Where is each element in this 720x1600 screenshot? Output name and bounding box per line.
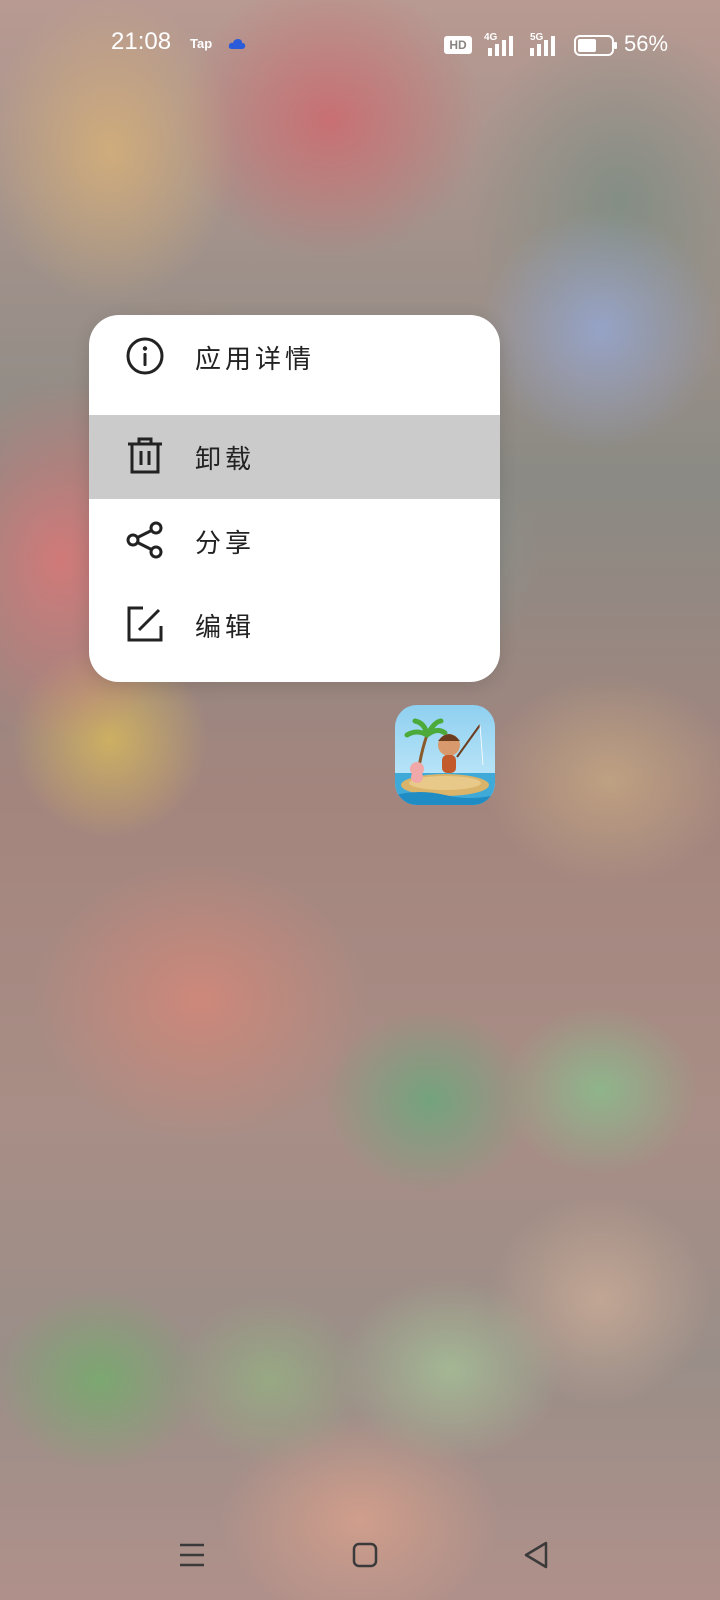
menu-item-share[interactable]: 分享 bbox=[89, 499, 500, 583]
share-icon bbox=[126, 521, 163, 559]
battery-icon bbox=[574, 35, 617, 56]
edit-icon bbox=[127, 606, 163, 642]
home-icon[interactable] bbox=[348, 1538, 382, 1572]
menu-item-app-info[interactable]: 应用详情 bbox=[89, 315, 500, 399]
blurred-wallpaper bbox=[0, 0, 720, 1600]
island-game-app-icon[interactable] bbox=[395, 705, 495, 805]
menu-icon[interactable] bbox=[175, 1538, 209, 1572]
info-icon bbox=[126, 337, 164, 375]
menu-item-edit[interactable]: 编辑 bbox=[89, 583, 500, 667]
hd-icon: HD bbox=[444, 36, 472, 54]
signal-5g-icon bbox=[530, 36, 555, 56]
menu-item-label: 编辑 bbox=[195, 613, 256, 643]
clock: 21:08 bbox=[111, 28, 172, 55]
menu-item-label: 应用详情 bbox=[195, 345, 316, 375]
menu-item-label: 卸载 bbox=[195, 445, 256, 475]
signal-4g-icon bbox=[488, 36, 513, 56]
island-illustration bbox=[395, 705, 495, 805]
battery-percent: 56% bbox=[624, 31, 669, 56]
trash-icon bbox=[128, 437, 162, 474]
app-context-menu: 应用详情 卸载 分享 编辑 bbox=[89, 315, 500, 682]
status-bar: 21:08 Tap HD 4G 5G 56% bbox=[0, 0, 720, 92]
cloud-icon bbox=[228, 39, 246, 49]
menu-item-label: 分享 bbox=[195, 529, 256, 559]
menu-item-uninstall[interactable]: 卸载 bbox=[89, 415, 500, 499]
back-icon[interactable] bbox=[520, 1538, 554, 1572]
navigation-bar bbox=[0, 1520, 720, 1590]
tap-notification-icon: Tap bbox=[190, 36, 213, 51]
